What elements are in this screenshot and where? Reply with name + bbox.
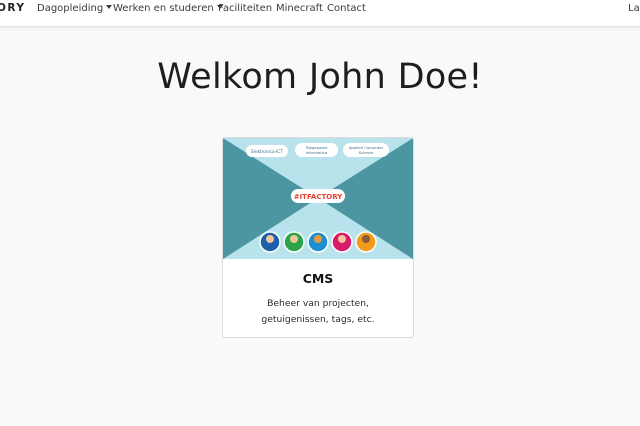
nav-item-right[interactable]: La — [628, 3, 640, 14]
card-description: Beheer van projecten, getuigenissen, tag… — [261, 298, 375, 325]
nav-item-label: Contact — [327, 3, 366, 14]
nav-item-label: Werken en studeren — [113, 3, 214, 14]
nav-item-minecraft[interactable]: Minecraft — [276, 3, 323, 14]
nav-item-faciliteiten[interactable]: Faciliteiten — [218, 3, 272, 14]
nav-item-contact[interactable]: Contact — [327, 3, 366, 14]
card-title: CMS — [302, 271, 334, 286]
card-image: Elektronica-ICT Toegepaste Informatica A… — [223, 138, 413, 259]
banner-text: #ITFACTORY — [294, 193, 344, 201]
badge-text-line2: Science — [359, 150, 374, 155]
top-navbar: ORY Dagopleiding Werken en studeren Faci… — [0, 0, 640, 27]
nav-item-label: Faciliteiten — [218, 3, 273, 14]
character-head — [314, 235, 322, 243]
brand-logo[interactable]: ORY — [0, 2, 26, 14]
cms-card[interactable]: Elektronica-ICT Toegepaste Informatica A… — [222, 137, 414, 338]
nav-item-label: Dagopleiding — [37, 3, 104, 14]
character-head — [362, 235, 370, 243]
page-title: Welkom John Doe! — [157, 57, 483, 97]
badge-text: Elektronica-ICT — [251, 149, 283, 154]
character-head — [338, 235, 346, 243]
badge-text-line2: Informatica — [306, 150, 328, 155]
chevron-down-icon — [106, 5, 113, 9]
nav-item-dagopleiding[interactable]: Dagopleiding — [37, 3, 113, 14]
character-head — [290, 235, 298, 243]
character-head — [266, 235, 274, 243]
nav-item-label: Minecraft — [276, 3, 323, 14]
nav-item-werken-en-studeren[interactable]: Werken en studeren — [113, 3, 223, 14]
